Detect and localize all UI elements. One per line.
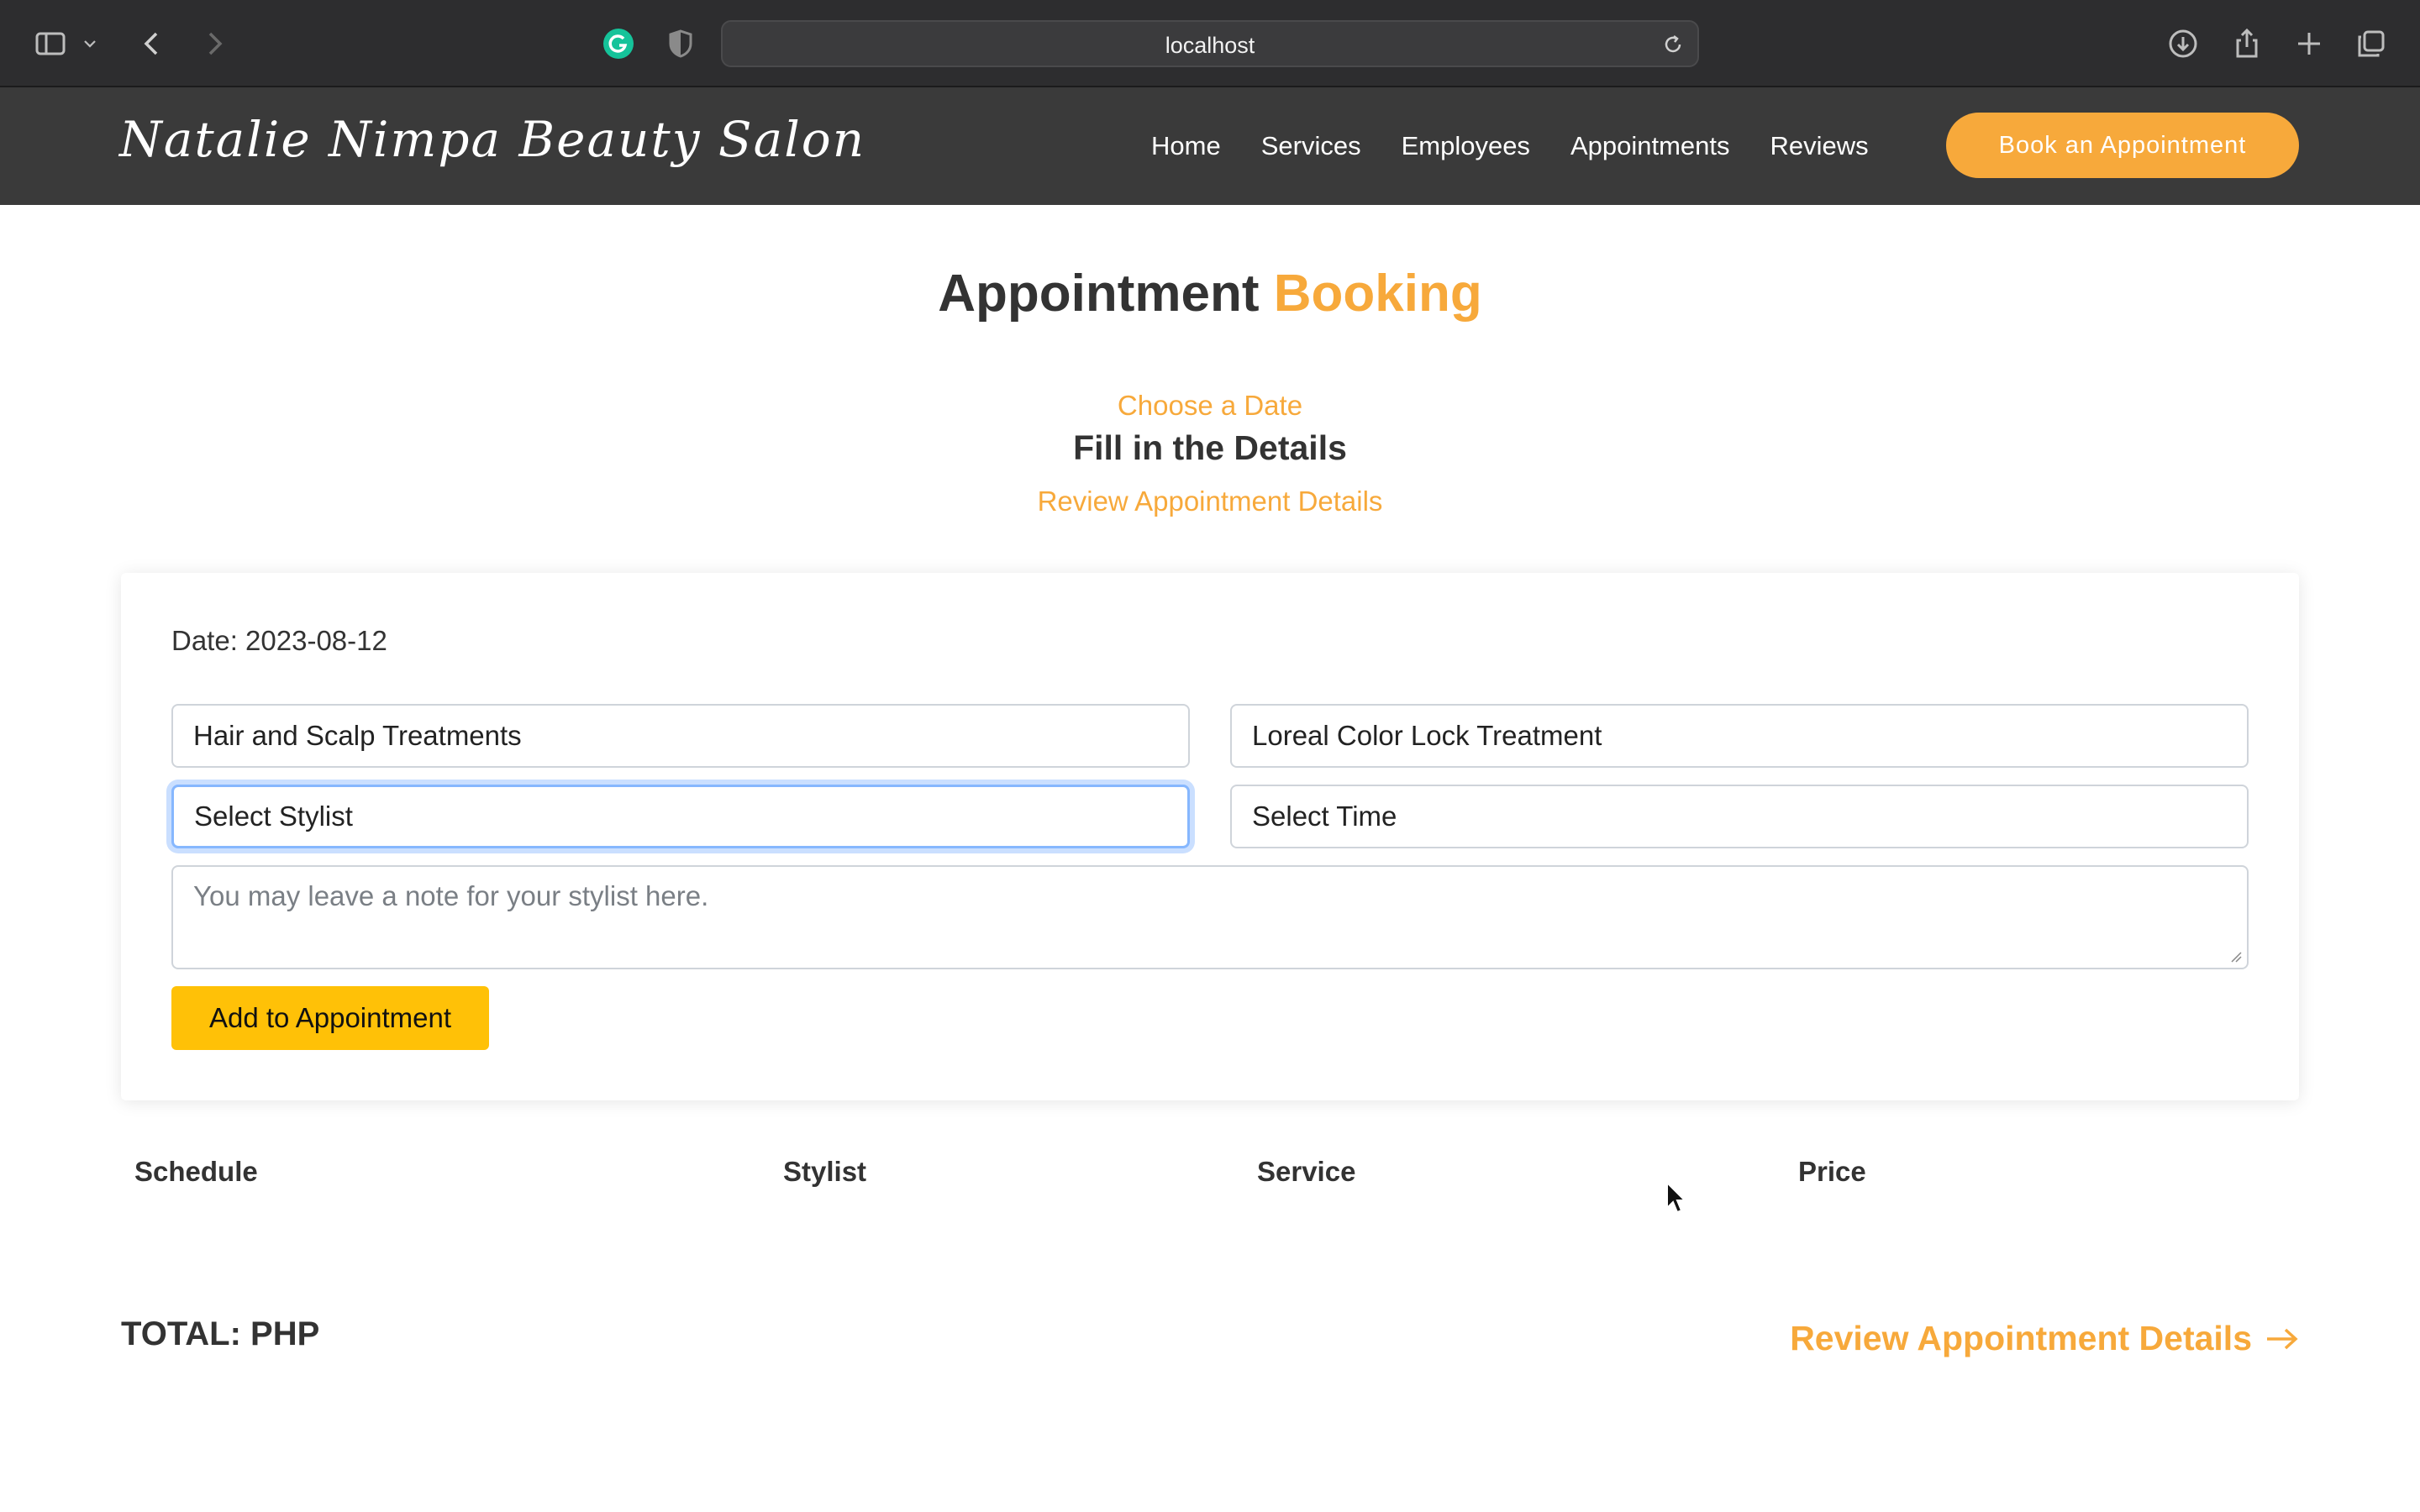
nav-link-appointments[interactable]: Appointments <box>1570 131 1730 161</box>
category-select[interactable]: Hair and Scalp Treatments <box>171 704 1190 768</box>
forward-icon[interactable] <box>195 25 232 62</box>
nav-links: Home Services Employees Appointments Rev… <box>1151 131 1869 161</box>
arrow-right-icon <box>2267 1328 2298 1349</box>
note-placeholder: You may leave a note for your stylist he… <box>193 880 709 911</box>
time-select[interactable]: Select Time <box>1230 785 2249 848</box>
site-navbar: Natalie Nimpa Beauty Salon Home Services… <box>0 87 2420 205</box>
add-to-appointment-button[interactable]: Add to Appointment <box>171 986 489 1050</box>
booking-form-card: Date: 2023-08-12 Hair and Scalp Treatmen… <box>121 573 2299 1100</box>
sidebar-toggle-icon[interactable] <box>32 25 69 62</box>
nav-link-services[interactable]: Services <box>1261 131 1361 161</box>
book-appointment-button[interactable]: Book an Appointment <box>1946 113 2299 178</box>
brand-logo[interactable]: Natalie Nimpa Beauty Salon <box>119 111 865 168</box>
step-choose-date[interactable]: Choose a Date <box>0 390 2420 422</box>
stylist-select[interactable]: Select Stylist <box>171 785 1190 848</box>
nav-link-reviews[interactable]: Reviews <box>1770 131 1869 161</box>
review-link-label: Review Appointment Details <box>1790 1319 2252 1357</box>
chevron-down-icon[interactable] <box>77 25 103 62</box>
review-appointment-link[interactable]: Review Appointment Details <box>1790 1319 2299 1358</box>
grammarly-icon[interactable] <box>600 25 637 62</box>
date-label: Date: 2023-08-12 <box>171 625 387 656</box>
service-select[interactable]: Loreal Color Lock Treatment <box>1230 704 2249 768</box>
stylist-note-textarea[interactable]: You may leave a note for your stylist he… <box>171 865 2249 969</box>
column-header-stylist: Stylist <box>783 1156 867 1187</box>
step-review-details[interactable]: Review Appointment Details <box>0 486 2420 517</box>
download-icon[interactable] <box>2165 25 2202 62</box>
tab-overview-icon[interactable] <box>2353 25 2390 62</box>
shield-icon[interactable] <box>662 25 699 62</box>
address-bar[interactable]: localhost <box>721 20 1699 67</box>
total-label: TOTAL: PHP <box>121 1315 320 1352</box>
page-title-accent: Booking <box>1273 265 1482 323</box>
nav-link-home[interactable]: Home <box>1151 131 1221 161</box>
url-text: localhost <box>1165 33 1255 58</box>
nav-link-employees[interactable]: Employees <box>1402 131 1530 161</box>
back-icon[interactable] <box>134 25 171 62</box>
page-title: Appointment Booking <box>0 264 2420 323</box>
page-title-main: Appointment <box>938 265 1260 323</box>
new-tab-icon[interactable] <box>2291 25 2328 62</box>
column-header-price: Price <box>1798 1156 1866 1187</box>
browser-toolbar: localhost <box>0 0 2420 87</box>
column-header-service: Service <box>1257 1156 1356 1187</box>
column-header-schedule: Schedule <box>134 1156 258 1187</box>
mouse-cursor-icon <box>1666 1181 1687 1214</box>
reload-icon[interactable] <box>1660 32 1686 57</box>
step-fill-details: Fill in the Details <box>1073 428 1347 467</box>
share-icon[interactable] <box>2228 25 2265 62</box>
resize-handle-icon[interactable] <box>2228 949 2242 963</box>
